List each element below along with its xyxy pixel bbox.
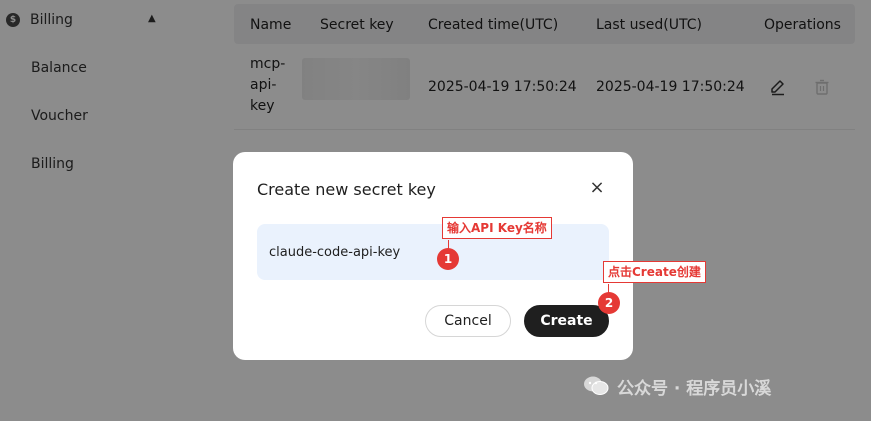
dialog-title: Create new secret key bbox=[257, 180, 436, 199]
close-icon[interactable]: × bbox=[588, 177, 606, 198]
annotation-step-2-badge: 2 bbox=[598, 292, 620, 314]
key-name-input[interactable] bbox=[257, 224, 609, 280]
annotation-label-click-create: 点击Create创建 bbox=[603, 261, 706, 283]
watermark: 公众号 · 程序员小溪 bbox=[583, 373, 771, 399]
annotation-label-enter-name: 输入API Key名称 bbox=[442, 217, 552, 239]
watermark-text: 公众号 · 程序员小溪 bbox=[617, 378, 772, 399]
create-secret-key-dialog: Create new secret key × Cancel Create bbox=[233, 152, 633, 360]
wechat-icon bbox=[584, 376, 609, 395]
create-button[interactable]: Create bbox=[524, 305, 609, 337]
cancel-button[interactable]: Cancel bbox=[425, 305, 511, 337]
annotation-step-1-badge: 1 bbox=[437, 248, 459, 270]
